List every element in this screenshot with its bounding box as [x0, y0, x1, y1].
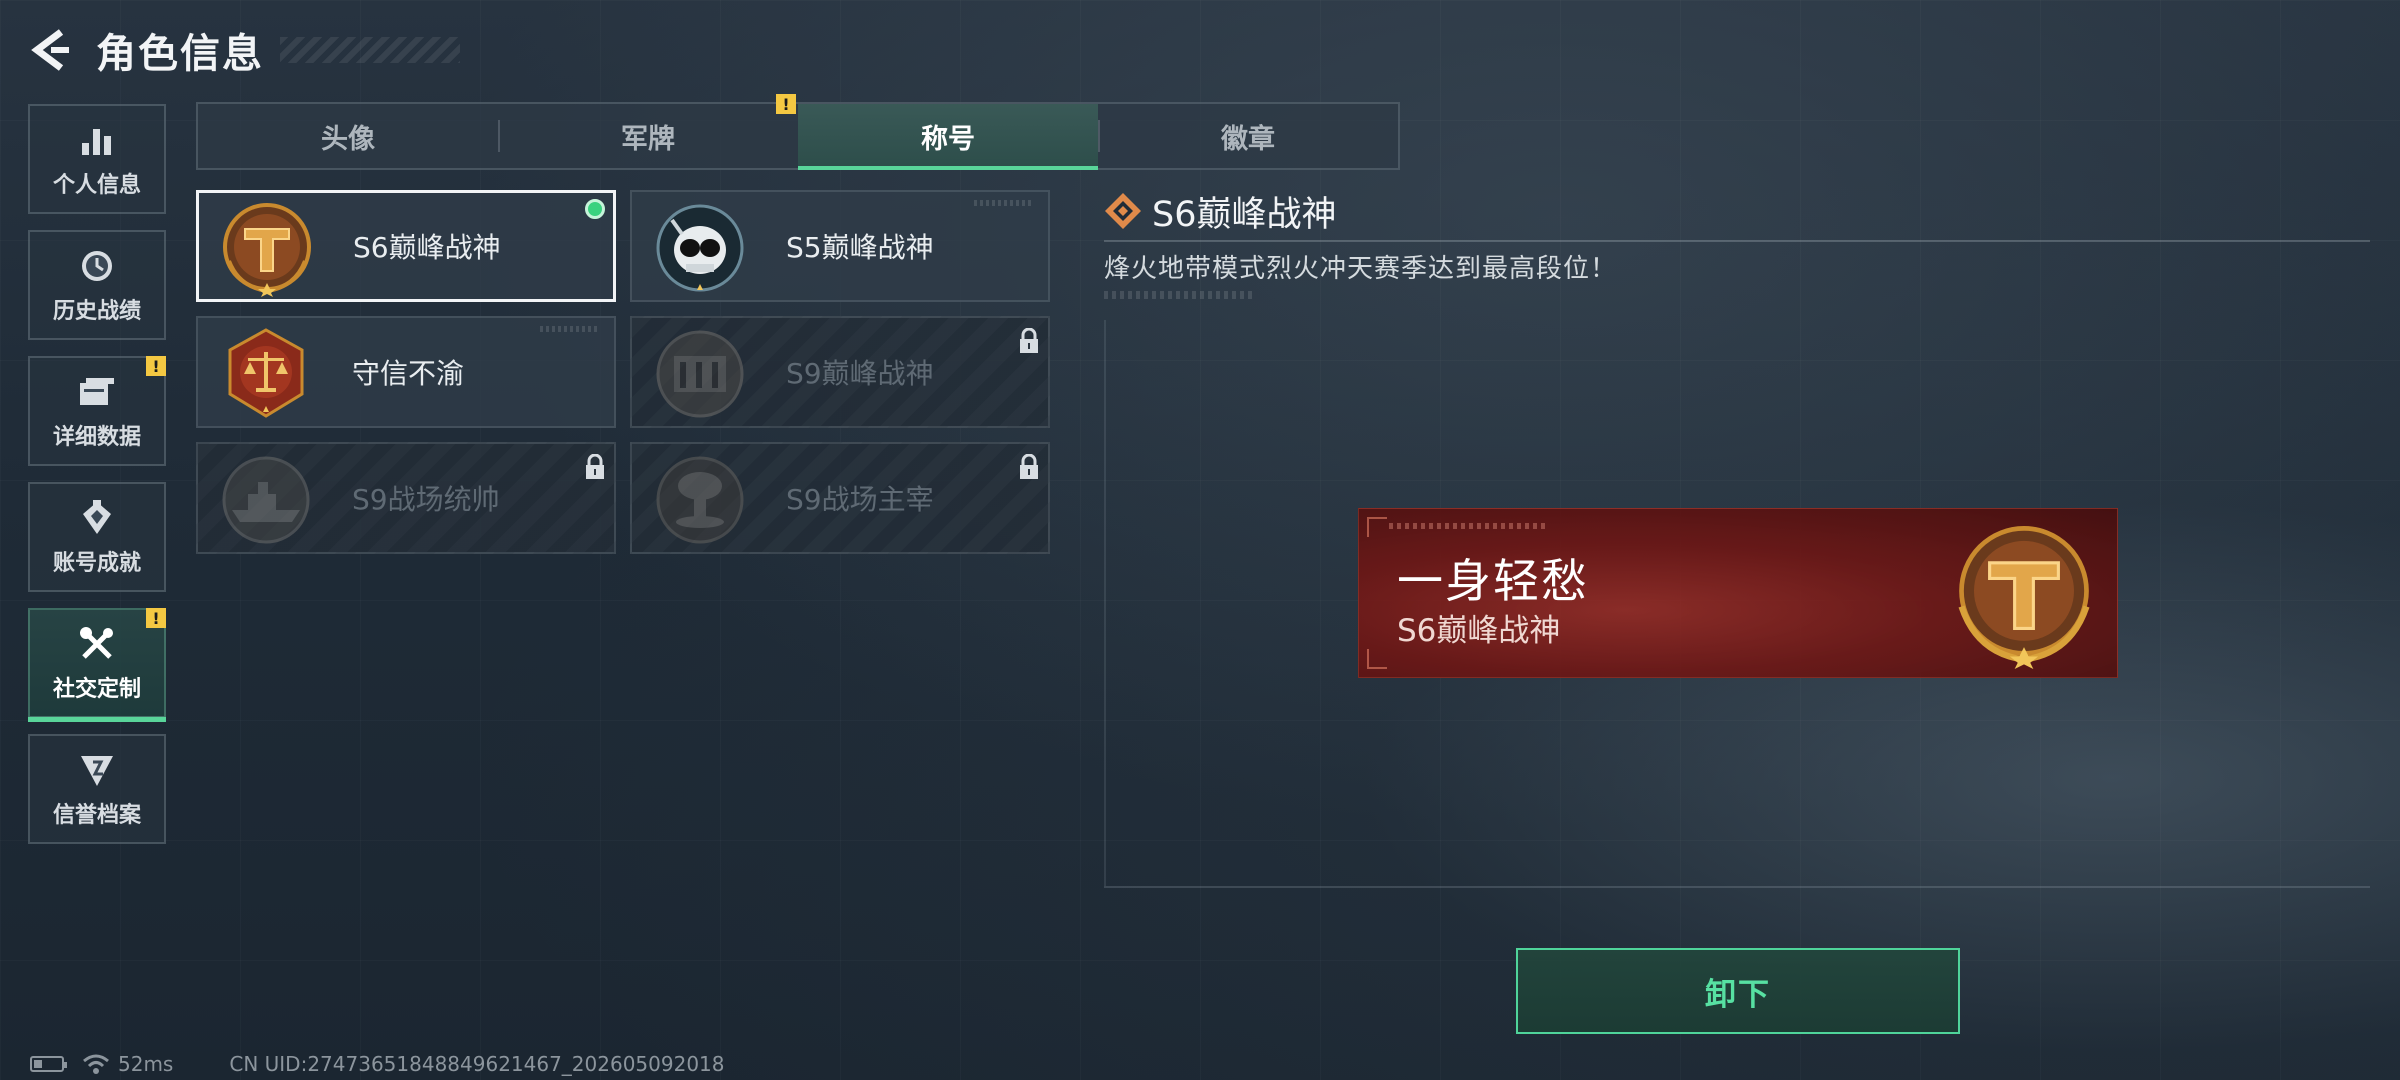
tab-bar: 头像 军牌 ! 称号 徽章 — [196, 94, 1400, 170]
bar-chart-icon — [76, 119, 118, 161]
sidebar-item-label: 个人信息 — [52, 173, 141, 198]
tab-badge[interactable]: 徽章 — [1098, 104, 1398, 168]
uid-text: CN UID:2747365184884962146​7_20260509201… — [229, 1052, 725, 1076]
dam-emblem-icon — [656, 330, 744, 418]
title-detail-panel: S6巅峰战神 烽火地带模式烈火冲天赛季达到最高段位！ — [1104, 186, 2370, 299]
wifi-icon — [83, 1054, 109, 1074]
title-card-name: S5巅峰战神 — [786, 231, 934, 264]
gold-t-emblem-icon — [1958, 526, 2090, 669]
alert-badge: ! — [146, 608, 166, 628]
title-card-name: S9战场统帅 — [352, 483, 500, 516]
mushroom-cloud-emblem-icon — [656, 456, 744, 544]
divider — [1104, 240, 2370, 242]
sidebar-item-label: 详细数据 — [52, 425, 141, 450]
preview-player-name: 一身轻愁 — [1397, 554, 1589, 608]
detail-title: S6巅峰战神 — [1152, 194, 1337, 235]
tab-avatar[interactable]: 头像 — [198, 104, 498, 168]
title-card[interactable]: S5巅峰战神 — [630, 190, 1050, 302]
header: 角色信息 — [26, 22, 460, 78]
sidebar-item-detailed-data[interactable]: ! 详细数据 — [28, 356, 166, 466]
tab-title[interactable]: 称号 — [798, 104, 1098, 170]
title-preview-banner: 一身轻愁 S6巅峰战神 — [1358, 508, 2118, 678]
page-title: 角色信息 — [96, 31, 264, 77]
title-card[interactable]: S6巅峰战神 — [196, 190, 616, 302]
back-arrow-icon — [31, 29, 69, 71]
medal-icon — [76, 497, 118, 539]
divider — [1104, 886, 2370, 888]
ping-text: 52ms — [118, 1052, 174, 1076]
title-card[interactable]: S9巅峰战神 — [630, 316, 1050, 428]
title-card[interactable]: 守信不渝 — [196, 316, 616, 428]
title-card[interactable]: S9战场统帅 — [196, 442, 616, 554]
gold-t-emblem-icon — [223, 203, 311, 297]
unequip-button[interactable]: 卸下 — [1516, 948, 1960, 1034]
title-card-name: S9战场主宰 — [786, 483, 934, 516]
tab-label: 军牌 — [621, 123, 675, 155]
battery-icon — [30, 1056, 67, 1072]
sidebar-item-label: 信誉档案 — [52, 803, 141, 828]
tab-dogtag[interactable]: 军牌 ! — [498, 94, 798, 168]
banner-corner — [1367, 649, 1387, 669]
card-decoration — [540, 326, 600, 332]
sidebar-item-label: 账号成就 — [52, 551, 141, 576]
title-card[interactable]: S9战场主宰 — [630, 442, 1050, 554]
back-button[interactable] — [26, 25, 76, 75]
title-card-name: S9巅峰战神 — [786, 357, 934, 390]
lock-icon — [1020, 328, 1038, 353]
title-decoration — [280, 37, 460, 63]
sidebar-item-personal-info[interactable]: 个人信息 — [28, 104, 166, 214]
preview-title: S6巅峰战神 — [1397, 613, 1561, 649]
banner-decoration — [1389, 523, 1549, 529]
tools-icon — [76, 623, 118, 665]
status-bar: 52ms CN UID:2747365184884962146​7_202605… — [30, 1052, 725, 1076]
detail-description: 烽火地带模式烈火冲天赛季达到最高段位！ — [1104, 254, 1618, 284]
card-decoration — [974, 200, 1034, 206]
sidebar-item-achievements[interactable]: 账号成就 — [28, 482, 166, 592]
alert-badge: ! — [776, 94, 796, 114]
detail-decoration — [1104, 291, 1254, 299]
sidebar-item-label: 社交定制 — [52, 677, 141, 702]
banner-corner — [1367, 517, 1387, 537]
detail-header: S6巅峰战神 — [1104, 186, 2370, 236]
lock-icon — [1020, 454, 1038, 479]
equipped-indicator — [585, 199, 605, 219]
diamond-icon — [1105, 193, 1141, 229]
sidebar-item-label: 历史战绩 — [52, 299, 141, 324]
scales-emblem-icon — [228, 328, 304, 418]
warship-emblem-icon — [222, 456, 310, 544]
lock-icon — [586, 454, 604, 479]
sidebar-item-credit-record[interactable]: 信誉档案 — [28, 734, 166, 844]
title-card-name: 守信不渝 — [352, 357, 465, 390]
sidebar-item-social-custom[interactable]: ! 社交定制 — [28, 608, 166, 722]
alert-badge: ! — [146, 356, 166, 376]
shield-icon — [76, 749, 118, 791]
skull-emblem-icon — [656, 204, 744, 292]
clock-icon — [76, 245, 118, 287]
sidebar: 个人信息 历史战绩 ! 详细数据 账号成就 ! 社交定制 信誉档案 — [28, 104, 166, 860]
sidebar-item-history[interactable]: 历史战绩 — [28, 230, 166, 340]
folder-icon — [76, 371, 118, 413]
title-card-name: S6巅峰战神 — [353, 231, 501, 264]
